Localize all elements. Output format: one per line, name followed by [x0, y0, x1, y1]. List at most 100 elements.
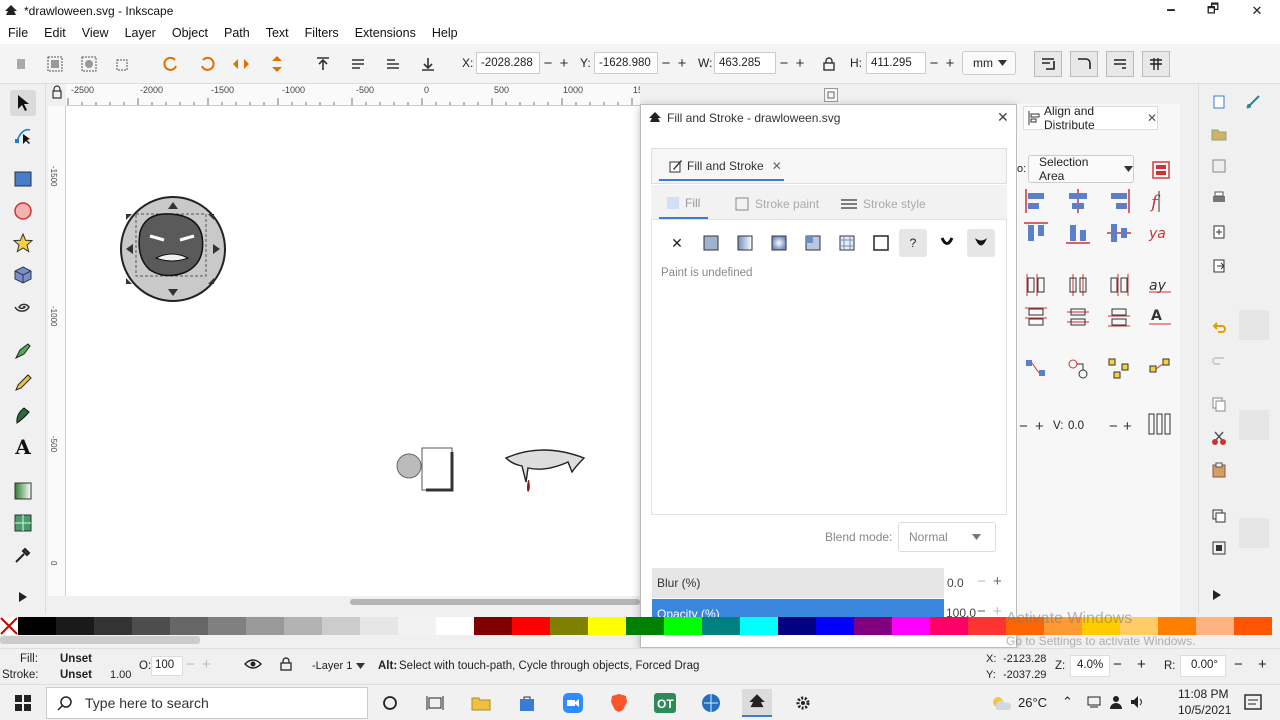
distribute-bottom-icon[interactable]: [1106, 304, 1132, 330]
align-left-icon[interactable]: [1023, 188, 1049, 214]
select-all-layers-icon[interactable]: [44, 53, 66, 75]
mesh-gradient-icon[interactable]: [799, 229, 827, 257]
save-icon[interactable]: [1211, 158, 1227, 174]
color-swatch[interactable]: [474, 617, 512, 635]
fill-indicator-value[interactable]: Unset: [60, 653, 92, 665]
x-input[interactable]: -2028.288: [476, 52, 540, 74]
subtab-stroke-paint[interactable]: Stroke paint: [735, 189, 819, 219]
pencil-tool-icon[interactable]: [10, 370, 36, 396]
align-right-icon[interactable]: [1106, 188, 1132, 214]
select-all-icon[interactable]: [10, 53, 32, 75]
x-decrement-button[interactable]: −: [540, 55, 556, 72]
clock-date[interactable]: 10/5/2021: [1178, 703, 1231, 717]
snap-nodes-icon[interactable]: [1239, 310, 1269, 340]
task-view-icon[interactable]: [420, 689, 450, 717]
tab-align-distribute[interactable]: Align and Distribute ✕: [1023, 104, 1158, 132]
network-icon[interactable]: [1086, 695, 1102, 709]
color-swatch[interactable]: [702, 617, 740, 635]
inkscape-taskbar-icon[interactable]: [742, 689, 772, 717]
fill-rule-nonzero-icon[interactable]: [967, 229, 995, 257]
remove-overlap-icon[interactable]: [1147, 411, 1173, 437]
w-increment-button[interactable]: +: [792, 55, 808, 72]
rotate-ccw-icon[interactable]: [160, 53, 182, 75]
color-swatch[interactable]: [360, 617, 398, 635]
layer-select[interactable]: -Layer 1: [312, 655, 370, 677]
scale-corners-icon[interactable]: [1070, 51, 1098, 77]
distribute-top-icon[interactable]: [1023, 304, 1049, 330]
color-swatch[interactable]: [56, 617, 94, 635]
dialog-close-icon[interactable]: ✕: [997, 109, 1009, 126]
color-swatch[interactable]: [322, 617, 360, 635]
no-color-swatch[interactable]: [0, 617, 18, 635]
tab-close-icon[interactable]: ✕: [772, 159, 782, 173]
menu-extensions[interactable]: Extensions: [347, 26, 424, 40]
rotate-cw-icon[interactable]: [196, 53, 218, 75]
rotate-decrement-button[interactable]: −: [1234, 656, 1243, 673]
spiral-tool-icon[interactable]: [10, 294, 36, 320]
pattern-icon[interactable]: [833, 229, 861, 257]
color-swatch[interactable]: [968, 617, 1006, 635]
swatch-icon[interactable]: [867, 229, 895, 257]
distribute-vbaseline-icon[interactable]: A: [1147, 304, 1173, 330]
fill-rule-evenodd-icon[interactable]: [933, 229, 961, 257]
open-document-icon[interactable]: [1211, 126, 1227, 142]
rearrange-graph-icon[interactable]: [1023, 356, 1049, 382]
exchange-positions-icon[interactable]: [1065, 356, 1091, 382]
layer-lock-icon[interactable]: [280, 657, 292, 671]
file-explorer-icon[interactable]: [466, 689, 496, 717]
menu-help[interactable]: Help: [424, 26, 466, 40]
scrollbar-thumb[interactable]: [350, 599, 640, 605]
color-swatch[interactable]: [132, 617, 170, 635]
duplicate-icon[interactable]: [1211, 508, 1227, 524]
unset-paint-icon[interactable]: ?: [899, 229, 927, 257]
menu-edit[interactable]: Edit: [36, 26, 74, 40]
menu-view[interactable]: View: [74, 26, 117, 40]
zoom-out-button[interactable]: −: [1113, 656, 1122, 673]
color-swatch[interactable]: [1196, 617, 1234, 635]
3d-box-tool-icon[interactable]: [10, 262, 36, 288]
small-drawing-group[interactable]: [392, 444, 458, 494]
clock-time[interactable]: 11:08 PM: [1178, 687, 1228, 701]
y-increment-button[interactable]: +: [674, 55, 690, 72]
color-swatch[interactable]: [854, 617, 892, 635]
pen-tool-icon[interactable]: [10, 338, 36, 364]
opentoonz-icon[interactable]: OT: [650, 689, 680, 717]
h-input[interactable]: 411.295: [866, 52, 926, 74]
weather-icon[interactable]: [990, 694, 1012, 712]
weather-temperature[interactable]: 26°C: [1018, 695, 1047, 710]
tray-expand-icon[interactable]: ⌃: [1062, 694, 1073, 710]
align-baseline-icon[interactable]: ya: [1147, 220, 1173, 246]
menu-filters[interactable]: Filters: [297, 26, 347, 40]
y-input[interactable]: -1628.980: [594, 52, 658, 74]
dropper-tool-icon[interactable]: [10, 542, 36, 568]
palette-scrollbar[interactable]: [0, 636, 200, 644]
drawing-canvas[interactable]: [66, 106, 641, 596]
blur-decrement-button[interactable]: −: [977, 573, 986, 590]
color-swatch[interactable]: [1234, 617, 1272, 635]
maximize-button[interactable]: 🗗: [1190, 0, 1236, 22]
h-decrement-button[interactable]: −: [926, 55, 942, 72]
color-swatch[interactable]: [436, 617, 474, 635]
tab-close-icon[interactable]: ✕: [1147, 111, 1157, 125]
new-document-icon[interactable]: [1211, 94, 1227, 110]
distribute-right-icon[interactable]: [1106, 272, 1132, 298]
snap-centers-icon[interactable]: [1239, 518, 1269, 548]
store-icon[interactable]: [512, 689, 542, 717]
align-center-icon[interactable]: [1065, 188, 1091, 214]
taskbar-search-box[interactable]: Type here to search: [46, 687, 368, 719]
color-swatch[interactable]: [246, 617, 284, 635]
people-icon[interactable]: [1108, 695, 1124, 709]
unit-select[interactable]: mm: [962, 51, 1016, 75]
settings-gear-icon[interactable]: [788, 689, 818, 717]
tab-fill-stroke[interactable]: Fill and Stroke ✕: [659, 153, 784, 181]
color-swatch[interactable]: [816, 617, 854, 635]
linear-gradient-icon[interactable]: [731, 229, 759, 257]
align-middle-icon[interactable]: [1106, 220, 1132, 246]
clone-icon[interactable]: [1211, 540, 1227, 556]
blur-value[interactable]: 0.0: [947, 576, 964, 590]
subtab-stroke-style[interactable]: Stroke style: [841, 189, 926, 219]
scale-stroke-icon[interactable]: [1034, 51, 1062, 77]
rectangle-tool-icon[interactable]: [10, 166, 36, 192]
unclump-icon[interactable]: [1147, 356, 1173, 382]
print-icon[interactable]: [1211, 190, 1227, 206]
